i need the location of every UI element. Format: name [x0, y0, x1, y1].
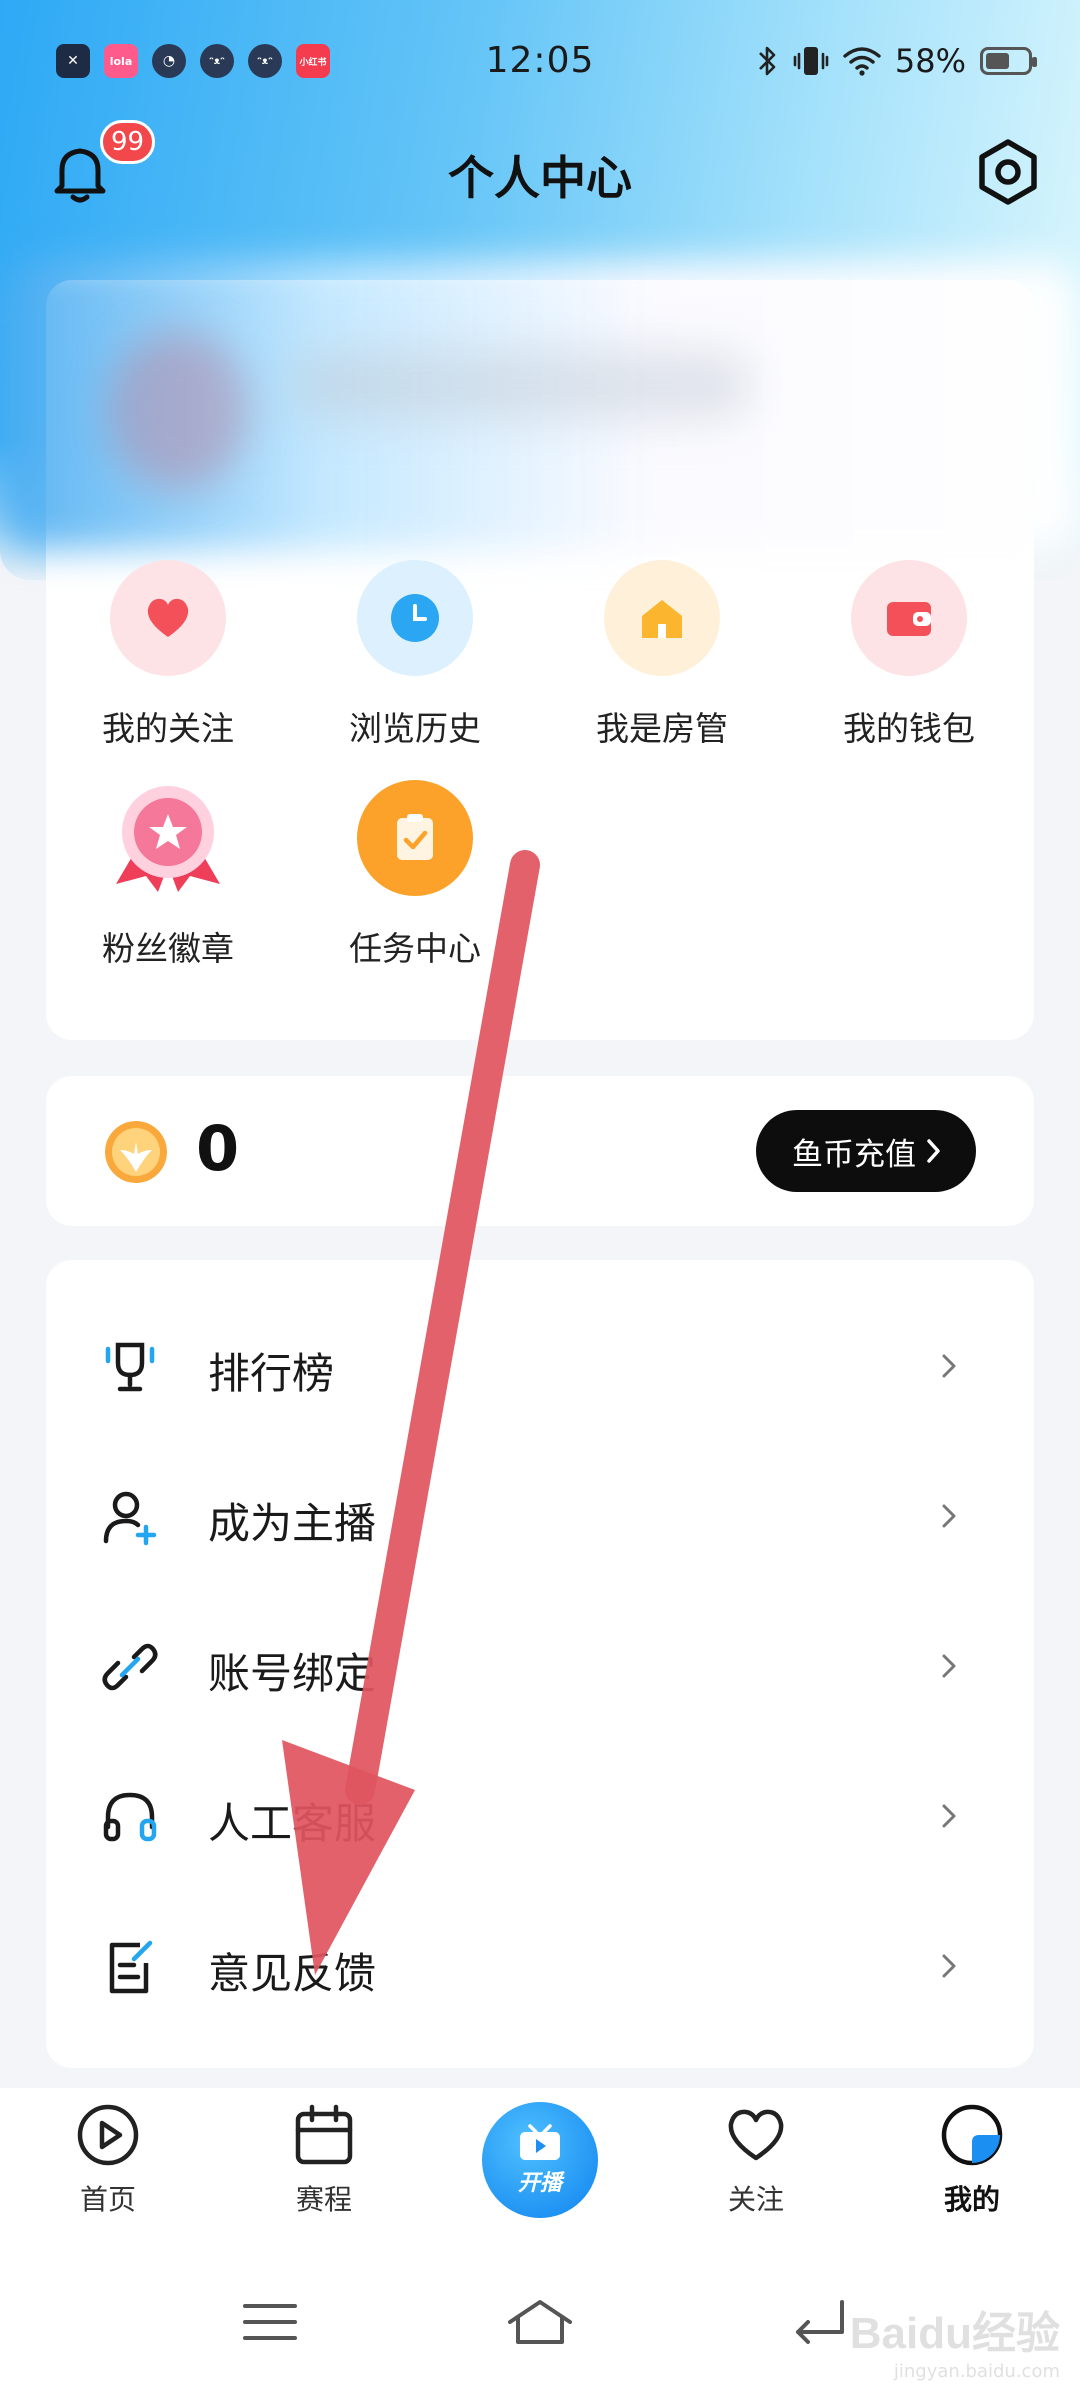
menu-item-leaderboard[interactable]: 排行榜: [46, 1290, 1034, 1440]
battery-percent: 58%: [894, 42, 966, 80]
quick-action-wallet[interactable]: 我的钱包: [809, 560, 1009, 750]
calendar-icon: [295, 2104, 353, 2165]
nav-me[interactable]: 我的: [892, 2102, 1052, 2218]
chevron-right-icon: [942, 1954, 956, 1978]
menu-item-account-binding[interactable]: 账号绑定: [46, 1590, 1034, 1740]
live-tv-icon: [520, 2124, 560, 2160]
quick-action-label: 我是房管: [596, 709, 728, 748]
feedback-icon: [109, 1940, 153, 1994]
coin-balance-value: 0: [196, 1112, 240, 1185]
heart-outline-icon: [728, 2109, 784, 2161]
nav-label: 关注: [727, 2183, 784, 2216]
headset-icon: [103, 1792, 157, 1842]
menu-item-label: 成为主播: [208, 1499, 377, 1548]
menu-item-become-streamer[interactable]: 成为主播: [46, 1440, 1034, 1590]
house-icon: [604, 560, 720, 676]
wifi-icon: [843, 47, 881, 76]
quick-action-label: 我的关注: [102, 709, 234, 748]
nav-home[interactable]: 首页: [28, 2102, 188, 2218]
watermark-url: jingyan.baidu.com: [893, 2361, 1060, 2382]
chevron-right-icon: [942, 1654, 956, 1678]
coin-balance-card: 0 鱼币充值: [46, 1076, 1034, 1226]
quick-action-room-admin[interactable]: 我是房管: [562, 560, 762, 750]
status-bar: ✕ lola ◔ ᵔᴥᵔ ᵔᴥᵔ 小红书 12:05 58%: [0, 36, 1080, 92]
quick-action-my-follow[interactable]: 我的关注: [68, 560, 268, 750]
quick-action-fan-badge[interactable]: 粉丝徽章: [68, 780, 268, 970]
watermark: Baidu经验 jingyan.baidu.com: [850, 2297, 1060, 2382]
nav-label: 我的: [943, 2183, 1000, 2216]
task-icon: [357, 780, 473, 896]
nav-label: 赛程: [295, 2183, 352, 2216]
watermark-text: Baidu经验: [849, 2309, 1060, 2358]
nav-go-live-label: 开播: [517, 2171, 562, 2196]
menu-item-feedback[interactable]: 意见反馈: [46, 1890, 1034, 2040]
trophy-icon: [105, 1342, 155, 1392]
fish-coin-icon: [105, 1121, 167, 1183]
clock-icon: [357, 560, 473, 676]
back-icon[interactable]: [780, 2292, 860, 2352]
nav-schedule[interactable]: 赛程: [244, 2102, 404, 2218]
quick-action-label: 任务中心: [349, 929, 481, 968]
menu-item-customer-service[interactable]: 人工客服: [46, 1740, 1034, 1890]
quick-action-label: 我的钱包: [843, 709, 975, 748]
nav-go-live-button[interactable]: 开播: [482, 2102, 598, 2218]
menu-list: 排行榜 成为主播 账号绑定 人工客服 意见反馈: [46, 1260, 1034, 2068]
menu-item-label: 意见反馈: [208, 1949, 377, 1998]
battery-fill: [986, 53, 1009, 69]
chevron-right-icon: [942, 1804, 956, 1828]
bottom-navigation: 首页 赛程 开播 关注 我的: [0, 2088, 1080, 2236]
settings-icon[interactable]: [972, 136, 1044, 208]
chevron-right-icon: [927, 1139, 940, 1163]
nav-label: 首页: [79, 2183, 136, 2216]
nav-follow[interactable]: 关注: [676, 2102, 836, 2218]
home-icon[interactable]: [500, 2292, 580, 2352]
page-title: 个人中心: [448, 151, 632, 205]
battery-icon: [980, 47, 1037, 75]
top-bar: 99 个人中心: [0, 120, 1080, 220]
recharge-button[interactable]: 鱼币充值: [756, 1110, 976, 1192]
bluetooth-icon: [758, 46, 776, 76]
vibrate-icon: [793, 47, 829, 75]
play-circle-icon: [77, 2104, 139, 2166]
heart-icon: [110, 560, 226, 676]
quick-action-task-center[interactable]: 任务中心: [315, 780, 515, 970]
badge-icon: [110, 780, 226, 896]
status-indicators: 58%: [757, 42, 1037, 80]
wallet-icon: [851, 560, 967, 676]
chevron-right-icon: [942, 1504, 956, 1528]
me-icon: [941, 2104, 1003, 2166]
add-user-icon: [103, 1491, 157, 1546]
avatar[interactable]: [108, 330, 248, 490]
menu-item-label: 账号绑定: [208, 1649, 377, 1698]
quick-action-history[interactable]: 浏览历史: [315, 560, 515, 750]
menu-item-label: 排行榜: [208, 1349, 335, 1398]
recharge-label: 鱼币充值: [792, 1136, 916, 1173]
chevron-right-icon: [942, 1354, 956, 1378]
user-name-blurred: [290, 350, 750, 420]
quick-action-label: 浏览历史: [349, 709, 481, 748]
menu-icon[interactable]: [230, 2292, 310, 2352]
menu-item-label: 人工客服: [208, 1799, 377, 1848]
quick-action-label: 粉丝徽章: [102, 929, 234, 968]
link-icon: [102, 1643, 158, 1691]
